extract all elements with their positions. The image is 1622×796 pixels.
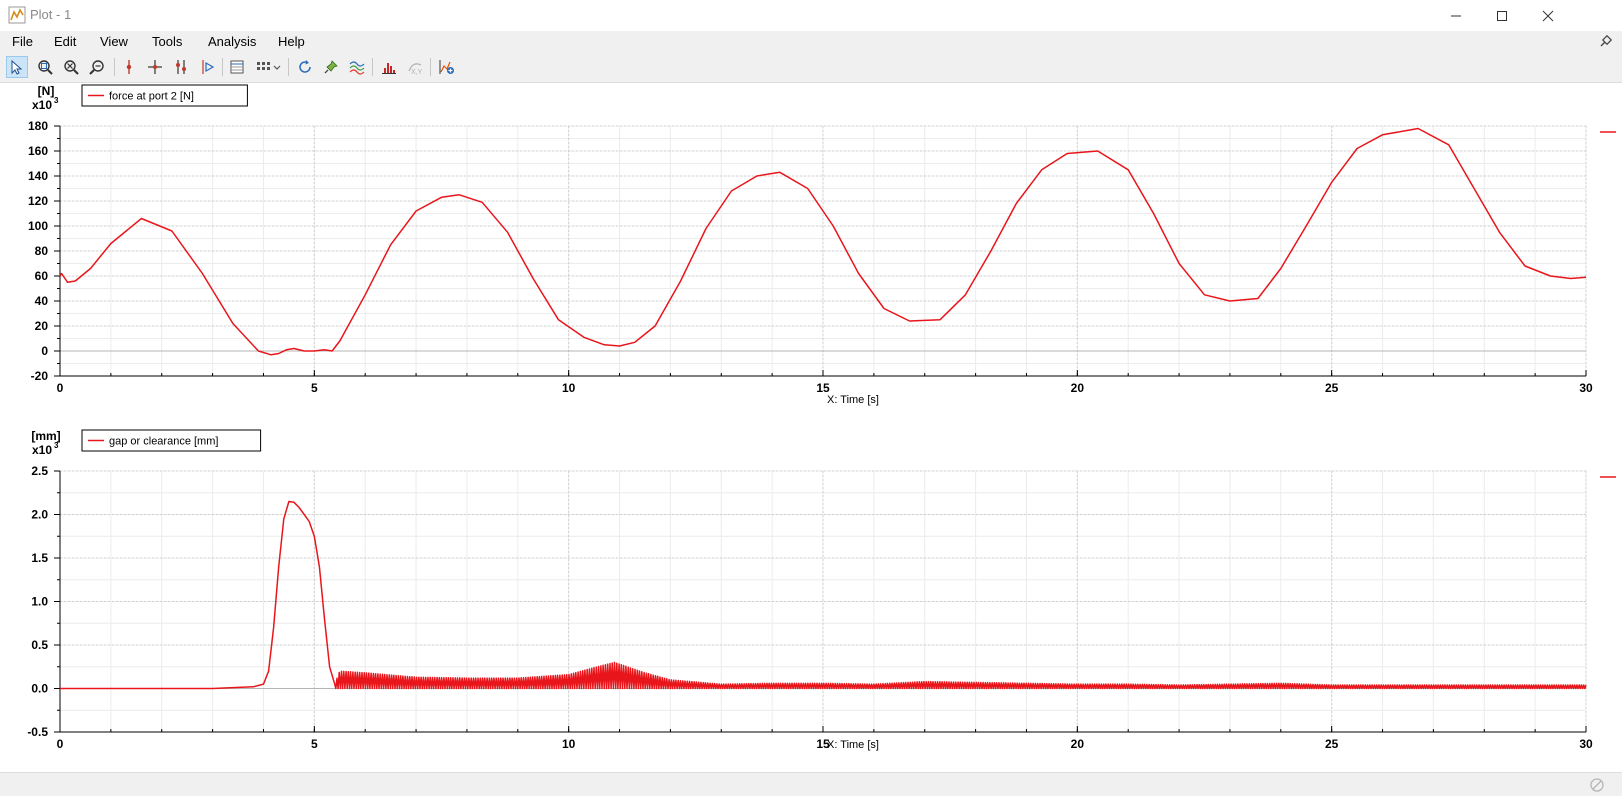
legend-label: force at port 2 [N]: [109, 91, 194, 103]
curve-style-button[interactable]: [346, 56, 368, 78]
zoom-box-button[interactable]: [34, 56, 56, 78]
y-axis-label: [N]: [38, 84, 55, 98]
close-icon: [1542, 10, 1554, 21]
grid-layout-icon: [257, 62, 281, 70]
status-bar: [0, 772, 1622, 796]
add-plot-button[interactable]: [436, 56, 458, 78]
x-tick-label: 15: [816, 381, 830, 395]
y-tick-label: 160: [28, 144, 48, 158]
y-multiplier-label: x10: [32, 98, 52, 112]
y-tick-label: 80: [35, 244, 49, 258]
pin-marker-icon: [324, 60, 338, 74]
select-pointer-icon: [11, 59, 23, 75]
x-tick-label: 0: [57, 737, 64, 751]
menu-bar: File Edit View Tools Analysis Help: [0, 31, 1622, 53]
add-plot-icon: [439, 60, 454, 74]
legend: gap or clearance [mm]: [81, 429, 262, 452]
select-tool-button[interactable]: [6, 56, 28, 78]
pin-marker-button[interactable]: [320, 56, 342, 78]
title-bar: Plot - 1: [0, 0, 1622, 31]
minimize-icon: [1451, 15, 1461, 16]
zoom-box-icon: [38, 60, 53, 75]
y-tick-label: 100: [28, 219, 48, 233]
sync-status-icon: [1590, 778, 1604, 792]
x-tick-label: 10: [562, 737, 576, 751]
xy-plot-button[interactable]: X,Y: [404, 56, 426, 78]
y-tick-label: -20: [31, 369, 49, 383]
menu-analysis[interactable]: Analysis: [208, 34, 256, 49]
x-tick-label: 5: [311, 737, 318, 751]
menu-help[interactable]: Help: [278, 34, 305, 49]
y-tick-label: 20: [35, 319, 49, 333]
crosshair-icon: [148, 60, 162, 74]
plots-area[interactable]: 0 5 10 15 20 25 30-20020406080100120140160180[…: [0, 83, 1622, 772]
legend-label: gap or clearance [mm]: [109, 436, 218, 448]
menu-edit[interactable]: Edit: [54, 34, 76, 49]
y-tick-label: 0.5: [31, 638, 48, 652]
chart-1: 0 5 10 15 20 25 30 -20 0 20 40 60 80 100 120 140 160 180 […: [28, 84, 1616, 406]
maximize-button[interactable]: [1479, 0, 1525, 31]
y-tick-label: 2.5: [31, 464, 48, 478]
pin-icon[interactable]: [1598, 35, 1612, 49]
x-tick-label: 10: [562, 381, 576, 395]
y-multiplier-label: x10: [32, 443, 52, 457]
y-tick-label: 2.0: [31, 508, 48, 522]
x-axis-label: X: Time [s]: [827, 739, 879, 751]
xy-disabled-icon: X,Y: [408, 63, 423, 75]
maximize-icon: [1497, 10, 1507, 21]
histogram-button[interactable]: [378, 56, 400, 78]
y-tick-label: 0: [41, 344, 48, 358]
y-tick-label: 0.0: [31, 682, 48, 696]
curve-style-icon: [349, 61, 365, 75]
crosshair-button[interactable]: [144, 56, 166, 78]
y-multiplier-exponent: 3: [54, 96, 59, 105]
y-tick-label: 40: [35, 294, 49, 308]
x-axis-label: X: Time [s]: [827, 394, 879, 406]
plot-app-icon: [8, 6, 26, 24]
zoom-out-button[interactable]: [60, 56, 82, 78]
menu-tools[interactable]: Tools: [152, 34, 182, 49]
grid-layout-button[interactable]: [254, 56, 284, 78]
y-tick-label: 140: [28, 169, 48, 183]
window-title: Plot - 1: [30, 7, 72, 22]
legend: force at port 2 [N]: [81, 84, 248, 107]
y-multiplier-exponent: 3: [54, 441, 59, 450]
x-tick-label: 30: [1579, 381, 1593, 395]
x-tick-label: 30: [1579, 737, 1593, 751]
y-tick-label: 60: [35, 269, 49, 283]
x-tick-label: 20: [1071, 737, 1085, 751]
toolbar: X,Y: [0, 53, 1622, 83]
y-tick-label: 1.0: [31, 595, 48, 609]
data-table-button[interactable]: [226, 56, 248, 78]
zoom-out-icon: [64, 60, 79, 75]
x-tick-label: 25: [1325, 381, 1339, 395]
y-tick-label: 120: [28, 194, 48, 208]
x-tick-label: 20: [1071, 381, 1085, 395]
zoom-fit-icon: [89, 60, 104, 75]
marker-vertical-icon: [126, 60, 132, 74]
x-tick-label: 5: [311, 381, 318, 395]
y-tick-label: 1.5: [31, 551, 48, 565]
close-button[interactable]: [1525, 0, 1571, 31]
svg-text:X,Y: X,Y: [411, 69, 423, 75]
multi-marker-button[interactable]: [170, 56, 192, 78]
y-tick-label: 180: [28, 119, 48, 133]
y-tick-label: -0.5: [27, 725, 48, 739]
x-tick-label: 0: [57, 381, 64, 395]
menu-file[interactable]: File: [12, 34, 33, 49]
step-play-icon: [202, 60, 215, 74]
chart-2: 0 5 10 15 20 25 30-0.50.00.51.01.52.02.5[mm]x1…: [27, 429, 1616, 751]
menu-view[interactable]: View: [100, 34, 128, 49]
refresh-icon: [299, 60, 311, 73]
histogram-icon: [382, 63, 396, 74]
step-play-button[interactable]: [196, 56, 218, 78]
minimize-button[interactable]: [1433, 0, 1479, 31]
data-table-icon: [230, 60, 244, 74]
x-tick-label: 25: [1325, 737, 1339, 751]
marker-vertical-button[interactable]: [118, 56, 140, 78]
zoom-fit-button[interactable]: [86, 56, 108, 78]
multi-marker-icon: [176, 60, 186, 74]
refresh-button[interactable]: [294, 56, 316, 78]
